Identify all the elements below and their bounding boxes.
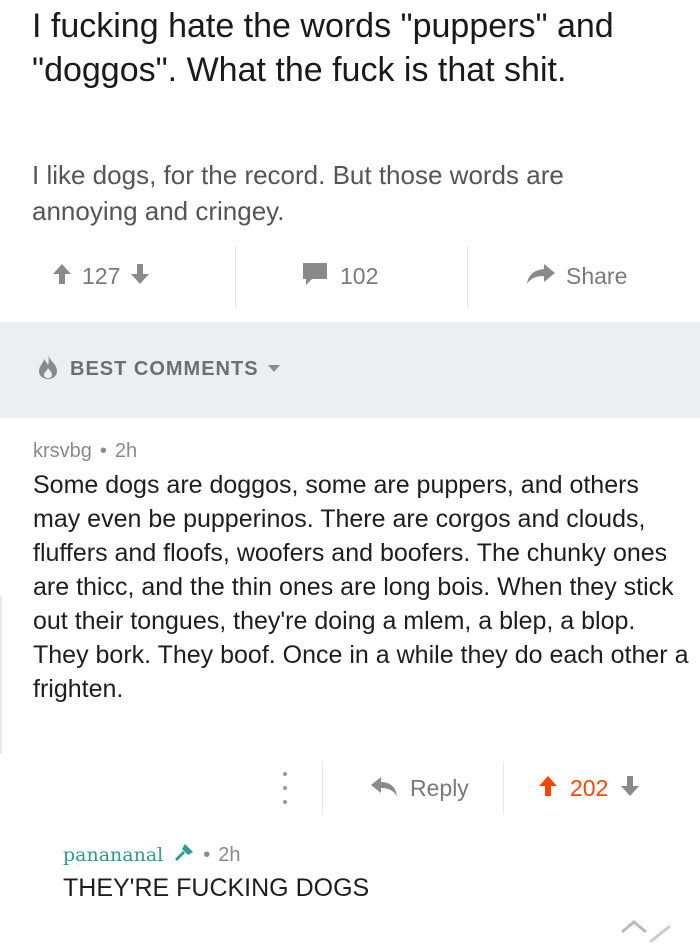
arrow-up-icon[interactable] bbox=[52, 262, 72, 291]
divider bbox=[0, 596, 2, 754]
comment-body: Some dogs are doggos, some are puppers, … bbox=[33, 471, 689, 703]
comments-button[interactable]: 102 bbox=[300, 260, 388, 292]
divider bbox=[503, 762, 504, 814]
divider bbox=[467, 246, 468, 308]
post-body: I like dogs, for the record. But those w… bbox=[32, 160, 564, 226]
comment-vote-group: 202 bbox=[538, 772, 640, 804]
comment-vote-count: 202 bbox=[570, 774, 609, 801]
comment-action-bar: Reply 202 bbox=[0, 758, 700, 818]
post: I fucking hate the words "puppers" and "… bbox=[0, 0, 700, 322]
post-vote-group: 127 bbox=[52, 260, 150, 292]
comment-author[interactable]: krsvbg bbox=[33, 440, 92, 463]
comment-count: 102 bbox=[340, 262, 379, 289]
arrow-down-icon[interactable] bbox=[130, 262, 150, 291]
post-vote-count: 127 bbox=[82, 262, 121, 289]
reply-comment: panananal • 2h THEY'RE FUCKING DOGS bbox=[0, 830, 700, 944]
sort-label: BEST COMMENTS bbox=[70, 357, 259, 380]
divider bbox=[235, 246, 236, 308]
meta-separator: • bbox=[203, 843, 211, 866]
arrow-up-icon[interactable] bbox=[538, 774, 558, 803]
microphone-icon bbox=[171, 842, 195, 868]
comment-bubble-icon bbox=[300, 261, 330, 292]
arrow-down-icon[interactable] bbox=[620, 774, 640, 803]
share-button[interactable]: Share bbox=[526, 260, 627, 292]
post-title: I fucking hate the words "puppers" and "… bbox=[32, 7, 614, 89]
reply-arrow-icon bbox=[370, 775, 398, 802]
reply-body: THEY'RE FUCKING DOGS bbox=[63, 874, 370, 902]
reply-age: 2h bbox=[218, 843, 241, 866]
collapse-icon[interactable] bbox=[612, 902, 682, 944]
post-action-bar: 127 102 Share bbox=[0, 246, 700, 308]
meta-separator: • bbox=[99, 440, 107, 462]
caret-down-icon bbox=[267, 360, 281, 378]
sort-dropdown[interactable]: BEST COMMENTS bbox=[36, 354, 281, 384]
more-vertical-icon[interactable] bbox=[276, 772, 294, 804]
divider bbox=[322, 762, 323, 814]
comment-age: 2h bbox=[114, 440, 138, 462]
share-label: Share bbox=[566, 262, 628, 289]
reply-meta: panananal • 2h bbox=[63, 842, 241, 868]
reply-label: Reply bbox=[410, 774, 469, 801]
comment-sort-bar: BEST COMMENTS bbox=[0, 322, 700, 418]
flame-icon bbox=[36, 354, 60, 385]
share-arrow-icon bbox=[526, 262, 556, 291]
reply-button[interactable]: Reply bbox=[370, 772, 469, 804]
reply-author[interactable]: panananal bbox=[63, 844, 163, 866]
comment-meta: krsvbg • 2h bbox=[33, 440, 137, 463]
